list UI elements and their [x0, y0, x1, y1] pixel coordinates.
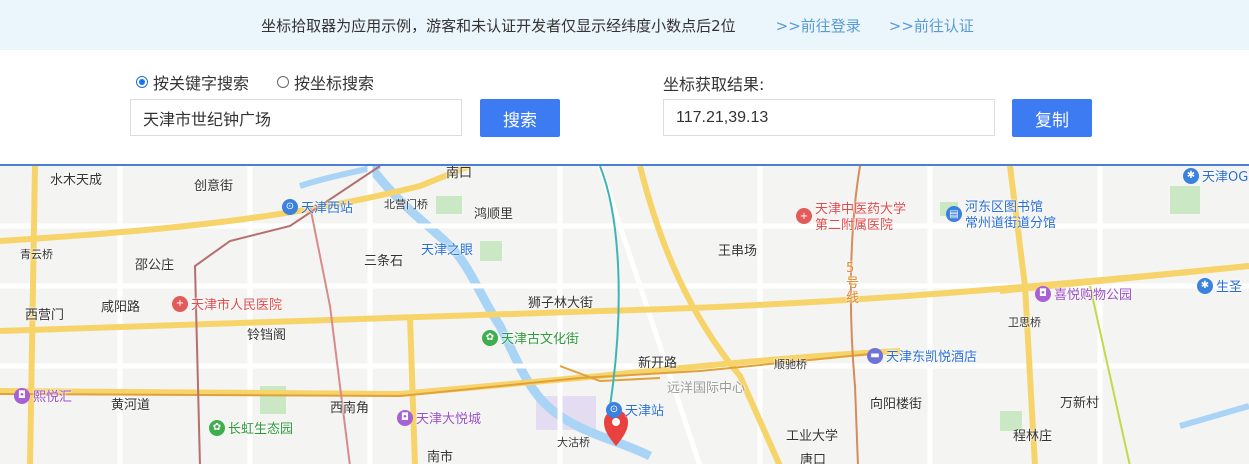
- poi-joy-city[interactable]: ◘ 天津大悦城: [397, 408, 481, 427]
- station-icon: ✱: [1183, 167, 1199, 184]
- map-label: 南口: [446, 166, 473, 181]
- poi-tcm-hospital[interactable]: + 天津中医药大学 第二附属医院: [796, 202, 906, 234]
- poi-label: 天津OG: [1202, 170, 1249, 185]
- poi-label: 常州道街道分馆: [965, 216, 1057, 231]
- poi-label: 第二附属医院: [815, 218, 894, 233]
- poi-label: 长虹生态园: [228, 422, 294, 437]
- library-icon: ▤: [946, 206, 962, 222]
- poi-label: 天津西站: [301, 201, 354, 216]
- shopping-icon: ◘: [1035, 285, 1051, 302]
- radio-keyword-label: 按关键字搜索: [153, 74, 250, 93]
- metro-line-label: 5号线: [846, 261, 860, 306]
- shopping-icon: ◘: [397, 409, 413, 426]
- copy-button[interactable]: 复制: [1012, 99, 1092, 137]
- map-label: 北营门桥: [384, 198, 428, 211]
- radio-unselected-icon[interactable]: [277, 76, 290, 88]
- poi-label: 天津中医药大学: [815, 202, 907, 217]
- park-icon: ✿: [209, 419, 225, 436]
- poi-label: 天津古文化街: [501, 332, 580, 347]
- poi-label: 生圣: [1216, 280, 1243, 295]
- map-label: 王串场: [718, 244, 758, 259]
- poi-label: 天津大悦城: [416, 412, 482, 427]
- map-label: 程林庄: [1013, 429, 1053, 444]
- poi-ancient-culture-street[interactable]: ✿ 天津古文化街: [482, 328, 579, 347]
- hotel-icon: ▬: [867, 347, 883, 364]
- radio-keyword-search[interactable]: 按关键字搜索: [136, 70, 249, 94]
- result-label: 坐标获取结果:: [663, 75, 765, 94]
- map-label: 西南角: [330, 401, 370, 416]
- notice-message: 坐标拾取器为应用示例，游客和未认证开发者仅显示经纬度小数点后2位: [261, 16, 736, 35]
- radio-selected-icon[interactable]: [136, 76, 148, 88]
- scenic-icon: ✿: [482, 329, 498, 346]
- map-label: 青云桥: [20, 248, 53, 261]
- poi-tianjin-west-station[interactable]: ⊙ 天津西站: [282, 197, 353, 216]
- map-label: 西营门: [25, 308, 65, 323]
- poi-changhong-park[interactable]: ✿ 长虹生态园: [209, 418, 293, 437]
- poi-label: 天津市人民医院: [191, 298, 283, 313]
- map-label: 远洋国际中心: [667, 381, 746, 396]
- coordinate-result-field[interactable]: [663, 99, 995, 136]
- poi-label: 喜悦购物公园: [1054, 288, 1133, 303]
- poi-hyatt-hotel[interactable]: ▬ 天津东凯悦酒店: [867, 346, 977, 365]
- map-label: 邵公庄: [135, 258, 175, 273]
- keyword-input[interactable]: [130, 99, 462, 136]
- login-link[interactable]: >>前往登录: [776, 15, 861, 36]
- poi-label: 天津东凯悦酒店: [886, 350, 978, 365]
- train-station-icon: ⊙: [282, 198, 298, 215]
- hospital-icon: +: [172, 295, 188, 312]
- map-label: 水木天成: [50, 173, 103, 188]
- search-mode-group: 按关键字搜索 按坐标搜索: [136, 70, 402, 94]
- map-label: 铃铛阁: [247, 328, 287, 343]
- map-label: 南市: [427, 450, 454, 464]
- poi-hedong-library[interactable]: ▤ 河东区图书馆 常州道街道分馆: [946, 200, 1056, 232]
- map-label: 天津之眼: [421, 243, 474, 258]
- map-canvas[interactable]: 水木天成 创意街 南口 北营门桥 鸿顺里 青云桥 邵公庄 三条石 天津之眼 王串…: [0, 164, 1249, 464]
- map-label: 创意街: [194, 179, 234, 194]
- map-label: 顺驰桥: [774, 358, 807, 371]
- map-label: 新开路: [638, 356, 678, 371]
- search-panel: 按关键字搜索 按坐标搜索 搜索 坐标获取结果: 复制: [0, 50, 1249, 164]
- poi-peoples-hospital[interactable]: + 天津市人民医院: [172, 294, 282, 313]
- map-label: 唐口: [800, 453, 827, 464]
- shopping-icon: ◘: [14, 387, 30, 404]
- map-label: 咸阳路: [101, 300, 141, 315]
- poi-label: 熙悦汇: [33, 390, 73, 405]
- map-label: 大沽桥: [557, 436, 590, 449]
- map-label: 三条石: [364, 254, 404, 269]
- map-label: 工业大学: [786, 429, 839, 444]
- station-icon: ✱: [1197, 277, 1213, 294]
- radio-coord-search[interactable]: 按坐标搜索: [277, 70, 374, 94]
- poi-xiyuehui[interactable]: ◘ 熙悦汇: [14, 386, 72, 405]
- map-label: 万新村: [1060, 396, 1100, 411]
- poi-tianjin-station[interactable]: ⊙ 天津站: [606, 400, 664, 419]
- map-label: 向阳楼街: [870, 397, 923, 412]
- poi-label: 天津站: [625, 404, 665, 419]
- map-label: 卫思桥: [1008, 316, 1041, 329]
- hospital-icon: +: [796, 208, 812, 224]
- notice-bar: 坐标拾取器为应用示例，游客和未认证开发者仅显示经纬度小数点后2位 >>前往登录 …: [0, 0, 1249, 50]
- poi-label: 河东区图书馆: [965, 200, 1044, 215]
- poi-tianjin-og[interactable]: ✱ 天津OG: [1183, 166, 1248, 185]
- map-label: 黄河道: [111, 398, 151, 413]
- verify-link[interactable]: >>前往认证: [889, 15, 974, 36]
- map-label: 狮子林大街: [528, 296, 594, 311]
- poi-xiyue-mall[interactable]: ◘ 喜悦购物公园: [1035, 284, 1132, 303]
- radio-coord-label: 按坐标搜索: [294, 74, 375, 93]
- map-roads: [0, 166, 1249, 464]
- map-label: 鸿顺里: [474, 207, 514, 222]
- poi-shengsheng[interactable]: ✱ 生圣: [1197, 276, 1242, 295]
- search-button[interactable]: 搜索: [480, 99, 560, 137]
- train-station-icon: ⊙: [606, 401, 622, 418]
